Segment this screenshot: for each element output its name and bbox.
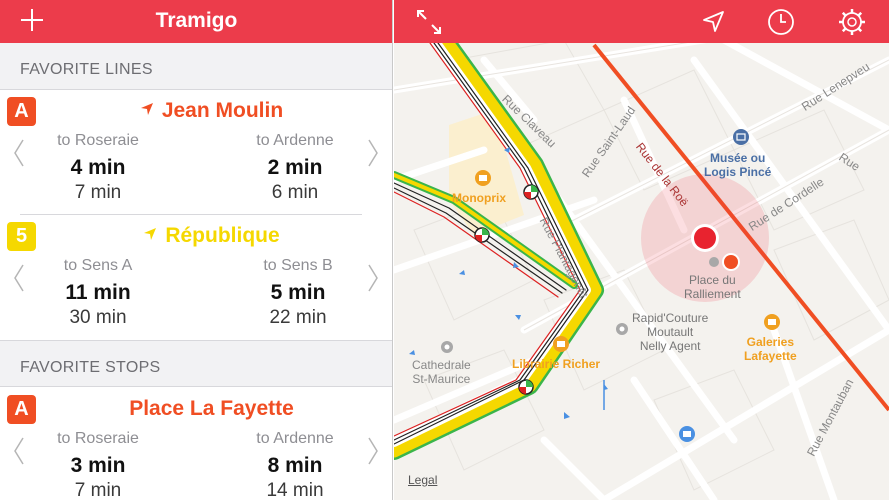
direction-left: to Roseraie 4 min 7 min: [23, 132, 173, 206]
settings-gear-icon[interactable]: [837, 7, 867, 37]
next-departure: 3 min: [70, 454, 126, 477]
poi-label-monoprix: Monoprix: [452, 191, 506, 205]
legal-link[interactable]: Legal: [408, 473, 437, 487]
stop-title: République: [40, 224, 383, 248]
direction-right: to Sens B 5 min 22 min: [223, 257, 373, 331]
direction-left: to Sens A 11 min 30 min: [23, 257, 173, 331]
favorite-stop-card[interactable]: A Place La Fayette to Roseraie 3 min 7 m…: [0, 388, 392, 500]
poi-label-musee: Musée ou Logis Pincé: [704, 151, 772, 179]
next-departure: 5 min: [270, 281, 326, 304]
poi-label-rapid-couture: Rapid'Couture Moutault Nelly Agent: [632, 311, 709, 353]
map-canvas[interactable]: [394, 0, 889, 500]
line-badge: A: [7, 97, 36, 126]
direction-label: to Sens A: [63, 257, 133, 274]
following-departure: 22 min: [269, 307, 327, 328]
following-departure: 7 min: [74, 182, 122, 203]
next-departure: 11 min: [65, 281, 131, 304]
favorites-header: Tramigo: [0, 0, 392, 43]
section-favorite-stops: FAVORITE STOPS: [0, 340, 392, 387]
map-header: [394, 0, 889, 43]
poi-label-galeries: Galeries Lafayette: [744, 335, 797, 363]
following-departure: 14 min: [266, 480, 324, 500]
stop-name: République: [165, 224, 280, 247]
next-departure: 8 min: [267, 454, 323, 477]
direction-right: to Ardenne 2 min 6 min: [220, 132, 370, 206]
direction-label: to Sens B: [263, 257, 333, 274]
location-arrow-icon: [140, 103, 153, 115]
app-title: Tramigo: [155, 9, 238, 32]
expand-icon[interactable]: [414, 7, 444, 37]
direction-label: to Ardenne: [256, 132, 334, 149]
favorite-line-card[interactable]: 5 République to Sens A 11 min 30 min to …: [0, 215, 392, 339]
stop-title: Place La Fayette: [129, 397, 294, 420]
poi-label-cathedrale: Cathedrale St-Maurice: [412, 358, 471, 386]
poi-label-place: Place du Ralliement: [684, 273, 741, 301]
favorites-panel: Tramigo FAVORITE LINES A Jean Moulin to …: [0, 0, 393, 500]
following-departure: 6 min: [271, 182, 319, 203]
line-badge: A: [7, 395, 36, 424]
location-arrow-icon[interactable]: [699, 7, 729, 37]
following-departure: 30 min: [69, 307, 127, 328]
direction-label: to Roseraie: [57, 132, 139, 149]
app-window: Tramigo FAVORITE LINES A Jean Moulin to …: [0, 0, 889, 500]
next-departure: 2 min: [267, 156, 323, 179]
location-arrow-icon: [144, 228, 157, 240]
stop-title: Jean Moulin: [40, 99, 383, 123]
poi-label-librairie: Librairie Richer: [512, 357, 601, 371]
map-view[interactable]: Rue Claveau Rue Saint-Laud Rue de la Roë…: [394, 0, 889, 500]
favorite-line-card[interactable]: A Jean Moulin to Roseraie 4 min 7 min to…: [0, 90, 392, 214]
line-badge: 5: [7, 222, 36, 251]
following-departure: 7 min: [74, 480, 122, 500]
section-favorite-lines: FAVORITE LINES: [0, 43, 392, 90]
direction-right: to Ardenne 8 min 14 min: [220, 430, 370, 500]
direction-label: to Ardenne: [256, 430, 334, 447]
direction-label: to Roseraie: [57, 430, 139, 447]
clock-icon[interactable]: [766, 7, 796, 37]
stop-name: Jean Moulin: [161, 99, 284, 122]
direction-left: to Roseraie 3 min 7 min: [23, 430, 173, 500]
next-departure: 4 min: [70, 156, 126, 179]
